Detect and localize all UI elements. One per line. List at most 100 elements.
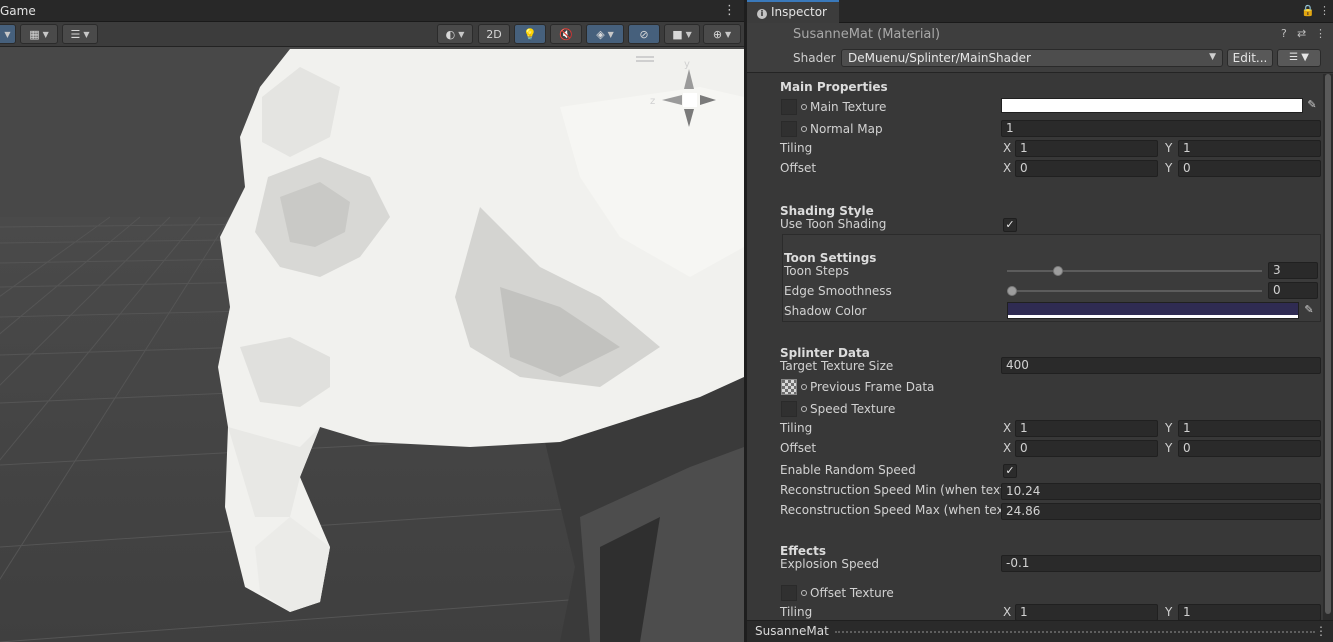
speed-texture-slot[interactable] xyxy=(781,401,797,417)
toon-steps-slider-track[interactable] xyxy=(1007,270,1262,272)
scene-toolbar: ▼ ▦ ▼ ☰ ▼ ◐ ▼ 2D 💡 🔇 ◈ ▼ ⊘ ■ ▼ ⊕ ▼ xyxy=(0,22,744,47)
tiling-x-field[interactable]: 1 xyxy=(1015,420,1158,437)
explosion-speed-row: Explosion Speed -0.1 xyxy=(747,555,1323,575)
offset-texture-slot[interactable] xyxy=(781,585,797,601)
axis-x-label: X xyxy=(1003,605,1012,619)
target-size-label: Target Texture Size xyxy=(780,359,894,373)
main-properties-header: Main Properties xyxy=(747,78,1323,98)
preset-icon[interactable]: ⇄ xyxy=(1297,27,1306,40)
inspector-menu-icon[interactable]: ⋮ xyxy=(1319,4,1330,17)
previous-frame-row: Previous Frame Data xyxy=(747,376,1323,396)
toon-steps-field[interactable]: 3 xyxy=(1268,262,1318,279)
object-picker-icon[interactable] xyxy=(801,104,807,110)
normal-map-field[interactable]: 1 xyxy=(1001,120,1321,137)
gizmo-icon: ⊕ xyxy=(712,27,723,41)
target-size-field[interactable]: 400 xyxy=(1001,357,1321,374)
audio-toggle-button[interactable]: 🔇 xyxy=(550,24,582,44)
material-properties: Main Properties Main Texture ✎ Normal Ma… xyxy=(747,74,1323,620)
hidden-objects-toggle-button[interactable]: ⊘ xyxy=(628,24,660,44)
toggle-2d-button[interactable]: 2D xyxy=(478,24,510,44)
material-header: SusanneMat (Material) ? ⇄ ⋮ Shader DeMue… xyxy=(747,23,1333,73)
edit-shader-button[interactable]: Edit... xyxy=(1227,49,1273,67)
normal-map-slot[interactable] xyxy=(781,121,797,137)
shadow-color-swatch[interactable] xyxy=(1007,302,1299,319)
eyedropper-icon[interactable]: ✎ xyxy=(1304,97,1320,113)
offset-x-field[interactable]: 0 xyxy=(1015,160,1158,177)
recon-max-row: Reconstruction Speed Max (when textu 24.… xyxy=(747,501,1323,521)
recon-max-field[interactable]: 24.86 xyxy=(1001,503,1321,520)
recon-max-label: Reconstruction Speed Max (when textu xyxy=(780,503,1002,517)
edge-smoothness-field[interactable]: 0 xyxy=(1268,282,1318,299)
axis-y-label: Y xyxy=(1165,161,1173,175)
object-picker-icon[interactable] xyxy=(801,384,807,390)
inspector-tab-bar: i Inspector 🔒 ⋮ xyxy=(747,0,1333,23)
tiling-x-field[interactable]: 1 xyxy=(1015,604,1158,620)
tool-dropdown-button[interactable]: ▼ xyxy=(0,24,16,44)
grid-snap-button[interactable]: ▦ ▼ xyxy=(20,24,58,44)
recon-min-label: Reconstruction Speed Min (when textu xyxy=(780,483,1002,497)
recon-min-field[interactable]: 10.24 xyxy=(1001,483,1321,500)
shader-options-button[interactable]: ☰ ▼ xyxy=(1277,49,1321,67)
normal-map-label: Normal Map xyxy=(801,122,883,136)
gizmos-button[interactable]: ⊕ ▼ xyxy=(703,24,741,44)
axis-y-label: Y xyxy=(1165,141,1173,155)
eyedropper-icon[interactable]: ✎ xyxy=(1301,302,1317,318)
scrollbar-thumb[interactable] xyxy=(1325,74,1331,614)
svg-text:z: z xyxy=(650,96,655,107)
material-title: SusanneMat (Material) xyxy=(793,27,941,42)
tab-inspector[interactable]: i Inspector xyxy=(747,0,839,23)
splinter-offset-row: Offset X 0 Y 0 xyxy=(747,439,1323,459)
offset-y-field[interactable]: 0 xyxy=(1178,440,1321,457)
ruler-button[interactable]: ☰ ▼ xyxy=(62,24,98,44)
tiling-y-field[interactable]: 1 xyxy=(1178,604,1321,620)
camera-settings-button[interactable]: ■ ▼ xyxy=(664,24,700,44)
shading-mode-icon: ◐ xyxy=(445,27,456,41)
toon-steps-slider-thumb[interactable] xyxy=(1053,266,1063,276)
scene-tab-bar: Game ⋮ xyxy=(0,0,744,22)
object-picker-icon[interactable] xyxy=(801,406,807,412)
lock-icon[interactable]: 🔒 xyxy=(1301,4,1315,17)
audio-mute-icon: 🔇 xyxy=(559,27,573,41)
main-texture-label: Main Texture xyxy=(801,100,886,114)
main-offset-row: Offset X 0 Y 0 xyxy=(747,159,1323,179)
preview-menu-icon[interactable]: ⋮ xyxy=(1315,624,1327,638)
offset-y-field[interactable]: 0 xyxy=(1178,160,1321,177)
edge-smoothness-slider-thumb[interactable] xyxy=(1007,286,1017,296)
previous-frame-label: Previous Frame Data xyxy=(801,380,934,394)
inspector-scrollbar[interactable] xyxy=(1323,74,1333,620)
draw-mode-button[interactable]: ◐ ▼ xyxy=(437,24,473,44)
effects-toggle-button[interactable]: ◈ ▼ xyxy=(586,24,624,44)
tiling-y-field[interactable]: 1 xyxy=(1178,140,1321,157)
drag-handle[interactable] xyxy=(835,631,1315,633)
offset-x-field[interactable]: 0 xyxy=(1015,440,1158,457)
scene-viewport[interactable]: y z xyxy=(0,47,744,642)
material-menu-icon[interactable]: ⋮ xyxy=(1315,27,1326,40)
object-picker-icon[interactable] xyxy=(801,126,807,132)
offset-label: Offset xyxy=(780,161,817,175)
grid-icon: ▦ xyxy=(29,27,40,41)
use-toon-checkbox[interactable]: ✓ xyxy=(1003,218,1017,232)
tiling-x-field[interactable]: 1 xyxy=(1015,140,1158,157)
speed-texture-label: Speed Texture xyxy=(801,402,895,416)
edge-smoothness-slider-track[interactable] xyxy=(1007,290,1262,292)
preview-footer[interactable]: SusanneMat ⋮ xyxy=(747,620,1333,642)
tab-game[interactable]: Game xyxy=(0,0,42,22)
shader-dropdown[interactable]: DeMuenu/Splinter/MainShader ▼ xyxy=(841,49,1223,67)
object-picker-icon[interactable] xyxy=(801,590,807,596)
recon-min-row: Reconstruction Speed Min (when textu 10.… xyxy=(747,481,1323,501)
tiling-y-field[interactable]: 1 xyxy=(1178,420,1321,437)
random-speed-checkbox[interactable]: ✓ xyxy=(1003,464,1017,478)
scene-menu-icon[interactable]: ⋮ xyxy=(723,3,736,18)
light-bulb-icon: 💡 xyxy=(523,27,537,41)
main-color-swatch[interactable] xyxy=(1001,98,1303,113)
help-icon[interactable]: ? xyxy=(1281,27,1287,40)
main-texture-slot[interactable] xyxy=(781,99,797,115)
effects-layers-icon: ◈ xyxy=(596,27,605,41)
explosion-speed-field[interactable]: -0.1 xyxy=(1001,555,1321,572)
ruler-icon: ☰ xyxy=(70,27,81,41)
previous-frame-slot[interactable] xyxy=(781,379,797,395)
axis-x-label: X xyxy=(1003,441,1012,455)
axis-x-label: X xyxy=(1003,161,1012,175)
lighting-toggle-button[interactable]: 💡 xyxy=(514,24,546,44)
inspector-tab-label: Inspector xyxy=(771,5,827,19)
